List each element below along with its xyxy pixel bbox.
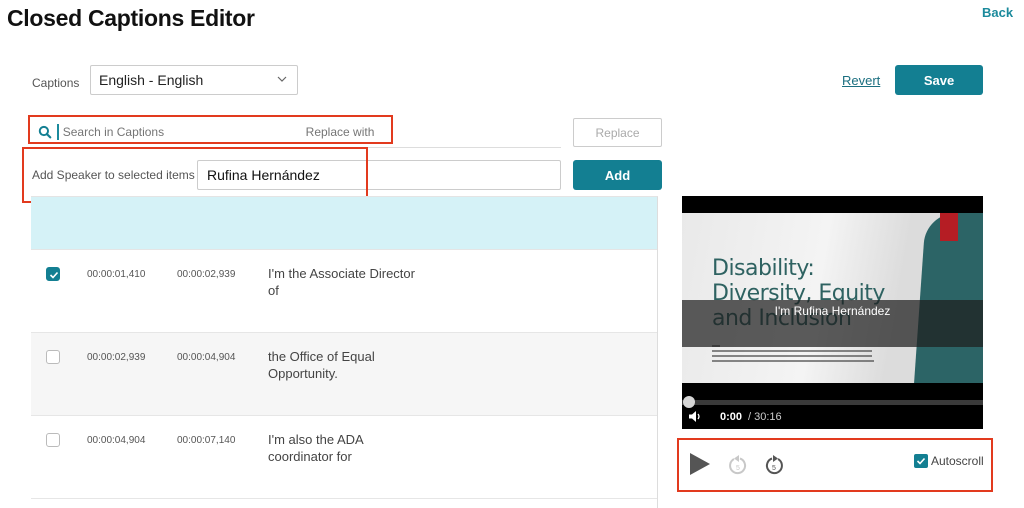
- autoscroll-label: Autoscroll: [931, 454, 984, 468]
- captions-table: 00:00:01,410 00:00:02,939 I'm the Associat…: [31, 196, 658, 508]
- caption-row[interactable]: 00:00:01,410 00:00:02,939 I'm the Associat…: [31, 250, 657, 333]
- playback-controls: 5 5 Autoscroll: [682, 445, 987, 485]
- autoscroll-toggle[interactable]: Autoscroll: [914, 454, 984, 468]
- table-header: [31, 197, 657, 250]
- search-captions-input[interactable]: [62, 124, 230, 139]
- save-button[interactable]: Save: [895, 65, 983, 95]
- progress-handle[interactable]: [683, 396, 695, 408]
- search-replace-bar: [32, 116, 562, 148]
- total-duration: / 30:16: [748, 411, 782, 423]
- text-cursor: [56, 123, 59, 140]
- current-time: 0:00: [720, 411, 743, 423]
- caption-text[interactable]: the Office of Equal Opportunity.: [268, 348, 428, 382]
- end-time[interactable]: 00:00:04,904: [177, 352, 235, 363]
- volume-icon[interactable]: [689, 411, 701, 422]
- caption-overlay-text: I'm Rufina Hernández: [774, 304, 891, 318]
- video-frame: Disability: Diversity, Equity and Inclus…: [682, 213, 983, 383]
- add-speaker-label: Add Speaker to selected items: [32, 168, 195, 182]
- autoscroll-checkbox[interactable]: [914, 454, 928, 468]
- caption-text[interactable]: I'm the Associate Director of: [268, 265, 428, 299]
- row-checkbox[interactable]: [46, 433, 60, 447]
- captions-label: Captions: [32, 76, 80, 90]
- row-checkbox[interactable]: [46, 267, 60, 281]
- chevron-down-icon: [277, 76, 287, 82]
- slide-fine-print: [712, 355, 872, 357]
- row-checkbox[interactable]: [46, 350, 60, 364]
- end-time[interactable]: 00:00:02,939: [177, 269, 235, 280]
- start-time[interactable]: 00:00:01,410: [87, 269, 145, 280]
- svg-text:5: 5: [736, 465, 740, 472]
- replace-button[interactable]: Replace: [573, 118, 662, 147]
- page-title: Closed Captions Editor: [7, 5, 255, 31]
- svg-text:5: 5: [772, 465, 776, 472]
- back-link[interactable]: Back: [982, 5, 1013, 20]
- rewind-5-icon[interactable]: 5: [728, 454, 748, 476]
- captions-language-select[interactable]: English - English: [90, 65, 298, 95]
- caption-row[interactable]: 00:00:04,904 00:00:07,140 I'm also the ADA…: [31, 416, 657, 499]
- forward-5-icon[interactable]: 5: [764, 454, 784, 476]
- caption-row[interactable]: 00:00:02,939 00:00:04,904 the Office of Eq…: [31, 333, 657, 416]
- end-time[interactable]: 00:00:07,140: [177, 435, 235, 446]
- speaker-name-input[interactable]: [197, 160, 561, 190]
- video-player[interactable]: Disability: Diversity, Equity and Inclus…: [682, 196, 983, 429]
- start-time[interactable]: 00:00:04,904: [87, 435, 145, 446]
- captions-language-value: English - English: [99, 72, 204, 88]
- revert-link[interactable]: Revert: [842, 73, 880, 88]
- search-icon: [38, 125, 52, 138]
- play-icon[interactable]: [689, 452, 711, 476]
- add-speaker-button[interactable]: Add: [573, 160, 662, 190]
- slide-fine-print: [712, 360, 874, 362]
- caption-text[interactable]: I'm also the ADA coordinator for: [268, 431, 428, 465]
- slide-fine-print: [712, 350, 872, 352]
- slide-number-tab: [940, 213, 958, 241]
- replace-with-input[interactable]: [305, 124, 562, 139]
- progress-bar[interactable]: [682, 400, 983, 405]
- start-time[interactable]: 00:00:02,939: [87, 352, 145, 363]
